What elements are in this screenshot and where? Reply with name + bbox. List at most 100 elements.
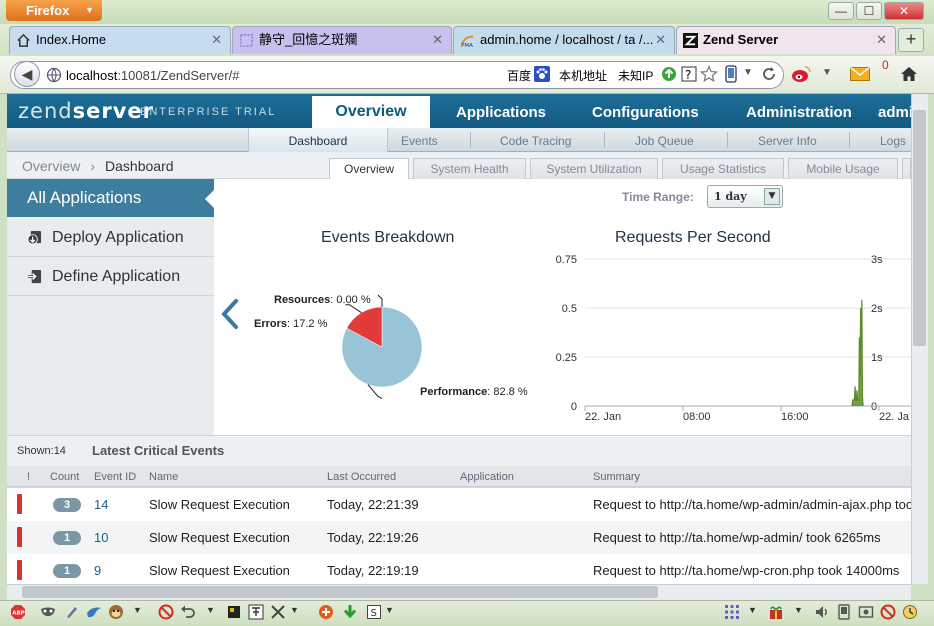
- panel-tab-system-health[interactable]: System Health: [413, 158, 526, 180]
- panel-tab-more[interactable]: [902, 158, 911, 180]
- back-button[interactable]: ◀: [14, 61, 40, 87]
- help-icon[interactable]: ?: [681, 66, 697, 82]
- resources-label: Resources: 0.00 %: [274, 294, 371, 306]
- dropdown-arrow-icon[interactable]: ▼: [385, 605, 394, 615]
- tab-label: Zend Server: [703, 32, 779, 47]
- panel-tab-system-utilization[interactable]: System Utilization: [530, 158, 658, 180]
- firefox-menu-button[interactable]: Firefox ▼: [6, 0, 102, 21]
- dropdown-arrow-icon[interactable]: ▼: [822, 67, 832, 78]
- panel-tab-usage-statistics[interactable]: Usage Statistics: [662, 158, 784, 180]
- new-tab-button[interactable]: +: [898, 28, 924, 52]
- sidebar-item-define-application[interactable]: Define Application: [7, 257, 214, 296]
- breadcrumb-overview[interactable]: Overview: [22, 158, 80, 174]
- sidebar-item-deploy-application[interactable]: Deploy Application: [7, 218, 214, 257]
- col-last-occurred[interactable]: Last Occurred: [327, 471, 396, 483]
- event-name: Slow Request Execution: [149, 497, 290, 512]
- horizontal-scroll-thumb[interactable]: [22, 586, 658, 598]
- errors-label: Errors: 17.2 %: [254, 318, 328, 330]
- subtab-server-info[interactable]: Server Info: [758, 134, 817, 148]
- col-event-id[interactable]: Event ID: [94, 471, 136, 483]
- tab-zend-server[interactable]: Zend Server ✕: [676, 26, 896, 54]
- home-icon[interactable]: [900, 66, 918, 82]
- gift-icon[interactable]: [768, 604, 784, 620]
- event-summary: Request to http://ta.home/wp-admin/admin…: [593, 497, 911, 512]
- subtab-dashboard[interactable]: Dashboard: [248, 128, 388, 152]
- close-tab-icon[interactable]: ✕: [876, 27, 887, 53]
- admin-menu[interactable]: admi: [878, 104, 911, 121]
- close-tab-icon[interactable]: ✕: [432, 27, 443, 53]
- y2-tick-label: 2s: [871, 303, 883, 315]
- mobile-icon[interactable]: [725, 65, 737, 83]
- download-icon[interactable]: [342, 604, 358, 620]
- event-id-link[interactable]: 9: [94, 563, 101, 578]
- apps-grid-icon[interactable]: [724, 604, 740, 620]
- x-tick-label: 08:00: [683, 411, 711, 423]
- close-tab-icon[interactable]: ✕: [655, 27, 666, 53]
- main-tab-configurations[interactable]: Configurations: [592, 104, 699, 121]
- dropdown-arrow-icon[interactable]: ▼: [748, 605, 757, 615]
- mask-icon[interactable]: [40, 604, 56, 620]
- tab-label: Index.Home: [36, 32, 107, 47]
- mail-count-badge: 0: [882, 58, 889, 72]
- translate-icon[interactable]: [248, 604, 264, 620]
- minimize-button[interactable]: —: [828, 2, 854, 20]
- stop-icon[interactable]: [880, 604, 896, 620]
- bird-icon[interactable]: [86, 604, 102, 620]
- panel-tab-overview[interactable]: Overview: [329, 158, 409, 181]
- bookmark-star-icon[interactable]: [700, 65, 718, 83]
- tool-icon[interactable]: [270, 604, 286, 620]
- reload-icon[interactable]: [761, 66, 777, 82]
- adblock-icon[interactable]: ABP: [10, 604, 26, 620]
- brush-icon[interactable]: [64, 604, 80, 620]
- vertical-scroll-thumb[interactable]: [913, 110, 926, 346]
- main-tab-administration[interactable]: Administration: [746, 104, 852, 121]
- baidu-link[interactable]: 百度: [507, 67, 531, 84]
- unknown-ip-label: 未知IP: [618, 69, 654, 83]
- event-id-link[interactable]: 14: [94, 497, 108, 512]
- tab-index-home[interactable]: Index.Home ✕: [9, 26, 231, 54]
- dropdown-arrow-icon[interactable]: ▼: [743, 67, 753, 78]
- col-summary[interactable]: Summary: [593, 471, 640, 483]
- clock-icon[interactable]: [902, 604, 918, 620]
- event-id-link[interactable]: 10: [94, 530, 108, 545]
- dropdown-arrow-icon[interactable]: ▼: [290, 605, 299, 615]
- col-severity[interactable]: !: [27, 471, 30, 483]
- subtab-logs[interactable]: Logs: [880, 134, 911, 148]
- svg-text:?: ?: [685, 68, 691, 82]
- dropdown-arrow-icon[interactable]: ▼: [206, 605, 215, 615]
- col-count[interactable]: Count: [50, 471, 79, 483]
- undo-icon[interactable]: [180, 604, 196, 620]
- tab-label: admin.home / localhost / ta /...: [480, 32, 654, 47]
- chevron-left-icon[interactable]: [218, 298, 242, 332]
- script-icon[interactable]: S: [366, 604, 382, 620]
- go-icon[interactable]: [661, 66, 677, 82]
- main-tab-overview[interactable]: Overview: [312, 96, 430, 128]
- monkey-icon[interactable]: [108, 604, 124, 620]
- panel-tab-mobile-usage[interactable]: Mobile Usage: [788, 158, 898, 180]
- close-window-button[interactable]: ✕: [884, 2, 924, 20]
- tab-blog[interactable]: 静守_回憶之斑斕 ✕: [232, 26, 452, 54]
- time-range-select[interactable]: 1 day ▼: [707, 185, 783, 208]
- mail-icon[interactable]: [850, 67, 870, 81]
- close-tab-icon[interactable]: ✕: [211, 27, 222, 53]
- speaker-icon[interactable]: [814, 604, 830, 620]
- col-name[interactable]: Name: [149, 471, 178, 483]
- puzzle-icon[interactable]: [226, 604, 242, 620]
- subtab-job-queue[interactable]: Job Queue: [635, 134, 694, 148]
- sidebar-item-all-applications[interactable]: All Applications: [7, 179, 214, 217]
- screenshot-icon[interactable]: [858, 604, 874, 620]
- device-icon[interactable]: [836, 604, 852, 620]
- cn-tool-icon[interactable]: [318, 604, 334, 620]
- col-application[interactable]: Application: [460, 471, 514, 483]
- subtab-code-tracing[interactable]: Code Tracing: [500, 134, 571, 148]
- weibo-icon[interactable]: [791, 65, 811, 83]
- block-icon[interactable]: [158, 604, 174, 620]
- local-address-label: 本机地址: [559, 69, 608, 83]
- main-tab-applications[interactable]: Applications: [456, 104, 546, 121]
- dropdown-arrow-icon[interactable]: ▼: [794, 605, 803, 615]
- maximize-button[interactable]: ☐: [856, 2, 882, 20]
- subtab-events[interactable]: Events: [401, 134, 438, 148]
- performance-label: Performance: 82.8 %: [420, 386, 528, 398]
- dropdown-arrow-icon[interactable]: ▼: [133, 605, 142, 615]
- tab-phpmyadmin[interactable]: PMA admin.home / localhost / ta /... ✕: [453, 26, 675, 54]
